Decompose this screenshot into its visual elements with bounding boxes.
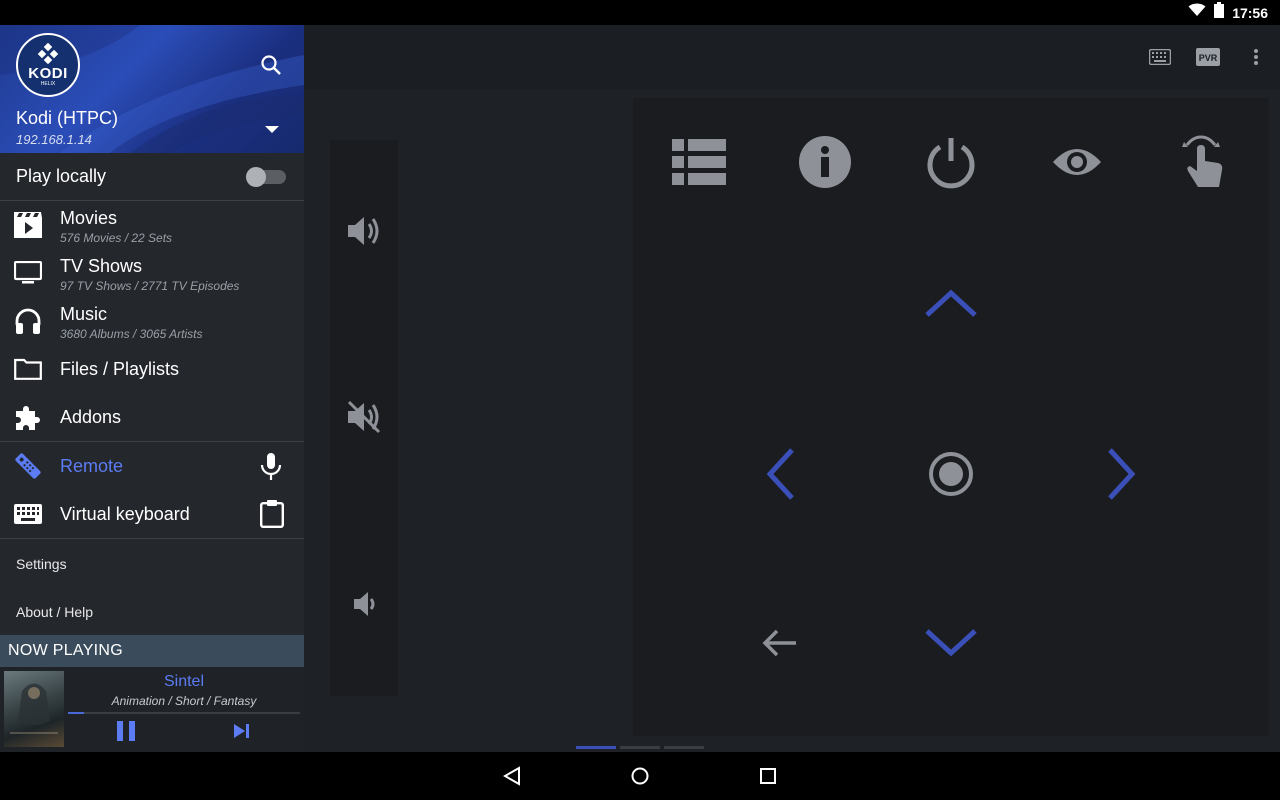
back-icon[interactable]	[500, 764, 524, 788]
down-arrow-icon[interactable]	[921, 623, 981, 663]
kodi-logo-subtext: HELIX	[40, 81, 56, 87]
overflow-menu-icon[interactable]	[1244, 45, 1268, 69]
touch-gesture-icon[interactable]	[1173, 132, 1233, 192]
folder-icon	[14, 355, 42, 383]
kodi-logo: KODI HELIX	[16, 33, 80, 97]
drawer-item-label: Virtual keyboard	[60, 504, 190, 524]
keyboard-icon	[14, 500, 42, 528]
power-icon[interactable]	[921, 132, 981, 192]
host-ip: 192.168.1.14	[16, 132, 92, 147]
system-navigation-bar	[0, 752, 1280, 800]
page-indicator[interactable]	[664, 746, 704, 749]
movie-poster-image[interactable]	[4, 671, 64, 747]
kodi-logo-icon	[37, 43, 59, 65]
now-playing-title: NOW PLAYING	[8, 642, 124, 659]
pause-icon[interactable]	[116, 720, 136, 747]
mute-icon[interactable]	[344, 397, 384, 437]
play-locally-label: Play locally	[16, 166, 107, 186]
drawer-item-label: Files / Playlists	[60, 359, 180, 379]
headphones-icon	[14, 307, 42, 335]
keyboard-icon[interactable]	[1148, 45, 1172, 69]
about-label: About / Help	[16, 604, 94, 620]
home-icon[interactable]	[628, 764, 652, 788]
up-arrow-icon[interactable]	[921, 278, 981, 328]
now-playing-progress-fill	[68, 712, 85, 714]
drawer-item-addons[interactable]: Addons	[0, 393, 304, 441]
now-playing-genre: Animation / Short / Fantasy	[111, 694, 257, 708]
navigation-drawer: KODI HELIX Kodi (HTPC) 192.168.1.14 Play…	[0, 25, 304, 752]
drawer-item-settings[interactable]: Settings	[0, 539, 304, 587]
now-playing-header[interactable]: NOW PLAYING	[0, 635, 304, 667]
microphone-icon[interactable]	[259, 453, 283, 486]
clipboard-icon[interactable]	[260, 500, 285, 533]
right-arrow-icon[interactable]	[1097, 444, 1147, 504]
status-bar: 17:56	[0, 0, 1280, 25]
remote-panel	[633, 98, 1269, 736]
drawer-item-sub: 3680 Albums / 3065 Artists	[60, 327, 203, 341]
info-icon[interactable]	[795, 132, 855, 192]
pvr-label: PVR	[1199, 53, 1218, 63]
toolbar: PVR	[304, 25, 1280, 89]
now-playing-panel[interactable]: Sintel Animation / Short / Fantasy	[0, 667, 304, 752]
search-icon[interactable]	[260, 54, 282, 81]
movie-clapper-icon	[14, 211, 42, 239]
drawer-item-label: Addons	[60, 407, 122, 427]
drawer-item-movies[interactable]: Movies 576 Movies / 22 Sets	[0, 201, 304, 249]
settings-label: Settings	[16, 556, 67, 572]
drawer-item-virtual-keyboard[interactable]: Virtual keyboard	[0, 490, 304, 538]
volume-down-icon[interactable]	[344, 584, 384, 624]
remote-icon	[14, 452, 42, 480]
eye-icon[interactable]	[1047, 132, 1107, 192]
toggle-knob	[246, 167, 266, 187]
host-dropdown-icon[interactable]	[265, 121, 279, 139]
page-indicator-active[interactable]	[576, 746, 616, 749]
puzzle-icon	[14, 403, 42, 431]
drawer-item-sub: 576 Movies / 22 Sets	[60, 231, 173, 245]
recents-icon[interactable]	[756, 764, 780, 788]
battery-icon	[1214, 2, 1225, 23]
drawer-item-music[interactable]: Music 3680 Albums / 3065 Artists	[0, 297, 304, 345]
drawer-item-label: Movies	[60, 208, 118, 228]
drawer-header[interactable]: KODI HELIX Kodi (HTPC) 192.168.1.14	[0, 25, 304, 153]
tv-icon	[14, 259, 42, 287]
left-arrow-icon[interactable]	[755, 444, 805, 504]
status-time: 17:56	[1232, 4, 1268, 21]
drawer-item-sub: 97 TV Shows / 2771 TV Episodes	[60, 279, 240, 293]
drawer-item-label: Remote	[60, 456, 124, 476]
host-name: Kodi (HTPC)	[16, 108, 119, 128]
volume-panel	[330, 140, 398, 696]
drawer-item-label: Music	[60, 304, 108, 324]
page-indicator[interactable]	[620, 746, 660, 749]
now-playing-progress[interactable]	[68, 712, 300, 714]
skip-next-icon[interactable]	[233, 723, 251, 744]
drawer-item-files-playlists[interactable]: Files / Playlists	[0, 345, 304, 393]
volume-up-icon[interactable]	[344, 211, 384, 251]
select-icon[interactable]	[921, 444, 981, 504]
drawer-item-label: TV Shows	[60, 256, 143, 276]
now-playing-media-title[interactable]: Sintel	[68, 673, 300, 691]
back-arrow-icon[interactable]	[755, 618, 805, 668]
pvr-icon[interactable]: PVR	[1196, 45, 1220, 69]
wifi-icon	[1188, 3, 1206, 22]
drawer-item-tv-shows[interactable]: TV Shows 97 TV Shows / 2771 TV Episodes	[0, 249, 304, 297]
drawer-item-remote[interactable]: Remote	[0, 442, 304, 490]
drawer-item-about[interactable]: About / Help	[0, 587, 304, 635]
play-locally-toggle[interactable]	[246, 167, 286, 187]
list-icon[interactable]	[669, 132, 729, 192]
kodi-logo-text: KODI	[28, 65, 68, 82]
